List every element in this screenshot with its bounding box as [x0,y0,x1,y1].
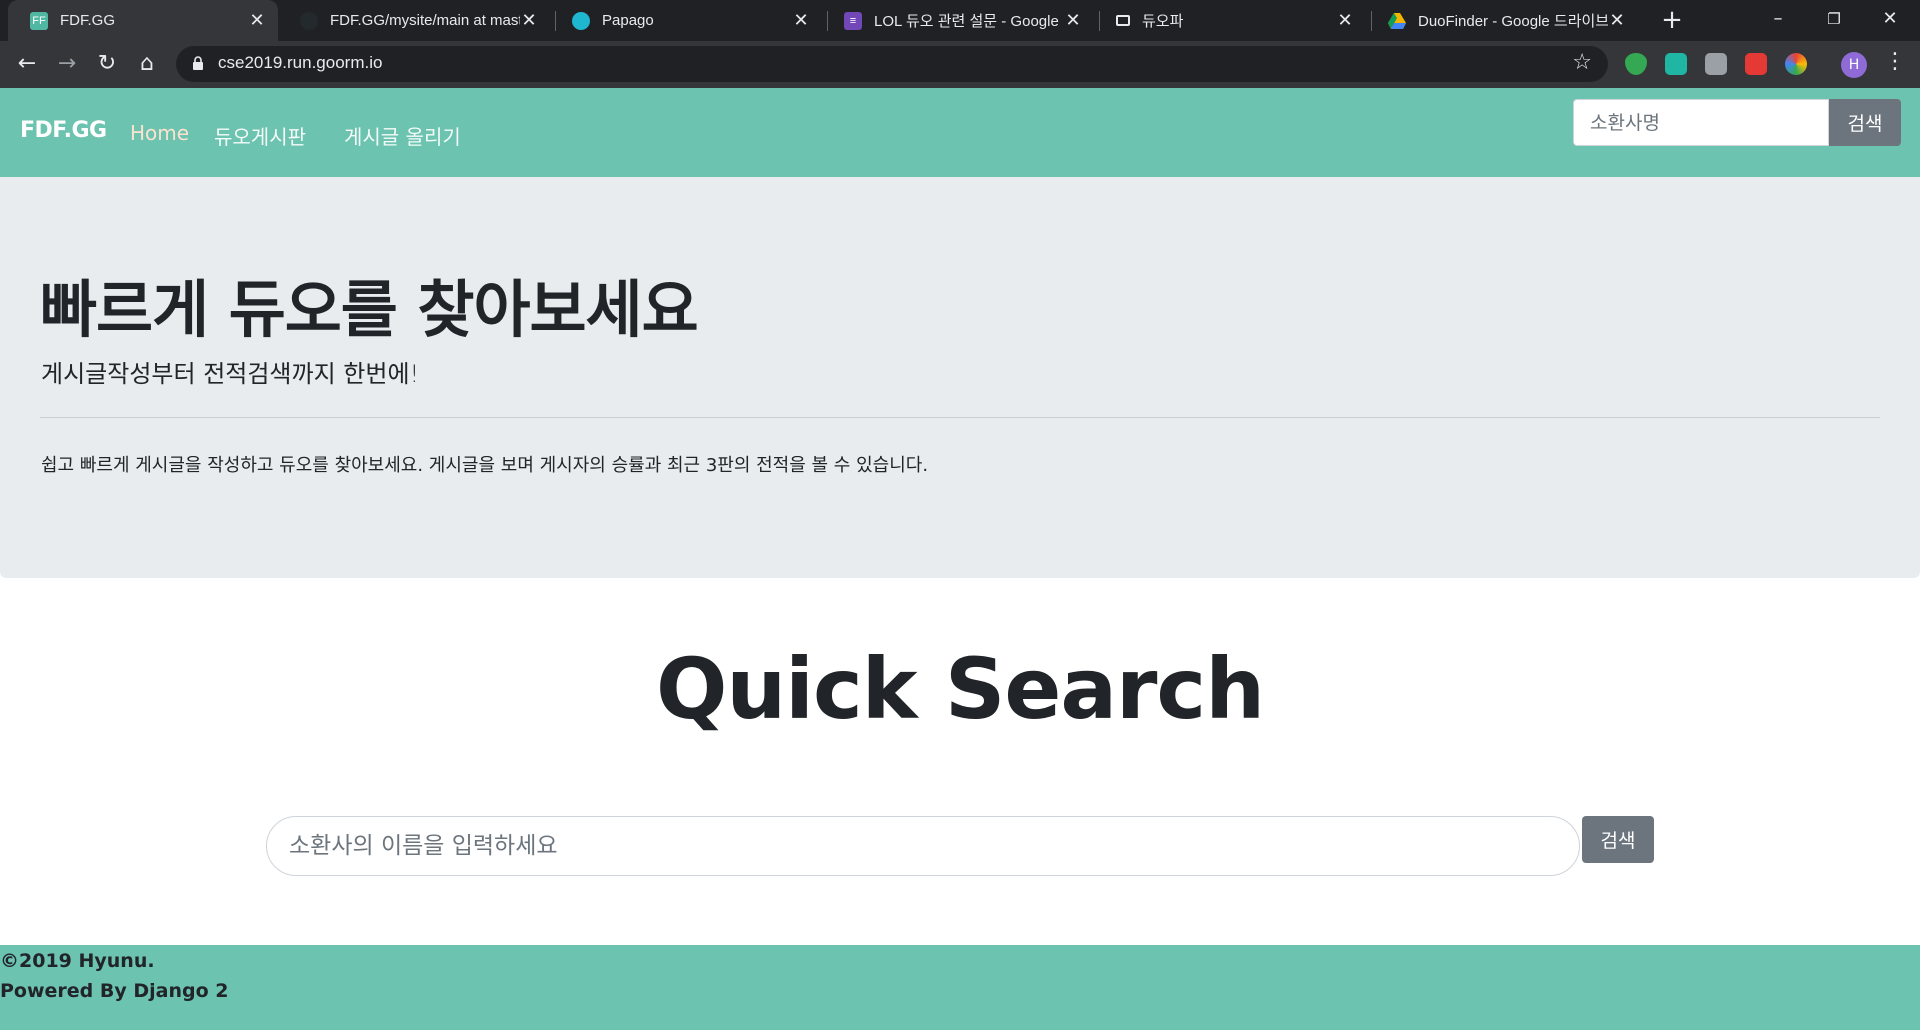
google-drive-icon [1388,12,1406,30]
browser-tab-google-drive[interactable]: DuoFinder - Google 드라이브 ✕ [1366,0,1638,41]
close-tab-icon[interactable]: ✕ [1064,10,1082,31]
url-text: cse2019.run.goorm.io [218,53,383,72]
forward-arrow-icon[interactable]: → [53,51,81,79]
browser-tab-github[interactable]: FDF.GG/mysite/main at maste ✕ [278,0,550,41]
quick-search-input[interactable] [266,816,1580,876]
hero-lead: 게시글작성부터 전적검색까지 한번에! [41,360,420,388]
window-close-icon[interactable]: ✕ [1862,0,1918,41]
browser-menu-icon[interactable]: ⋮ [1884,49,1906,74]
pin-extension-icon[interactable] [1745,53,1767,75]
site-navbar: FDF.GG Home 듀오게시판 게시글 올리기 검색 [0,88,1920,177]
close-tab-icon[interactable]: ✕ [520,10,538,31]
hero-jumbotron: 빠르게 듀오를 찾아보세요 게시글작성부터 전적검색까지 한번에! 쉽고 빠르게… [0,177,1920,578]
hero-divider [40,417,1880,418]
site-footer: ©2019 Hyunu. Powered By Django 2 [0,945,1920,1030]
lightbulb-extension-icon[interactable] [1705,53,1727,75]
checkmark-extension-icon[interactable] [1665,53,1687,75]
quick-search-title: Quick Search [655,640,1265,738]
navbar-search-button[interactable]: 검색 [1829,99,1901,146]
restore-icon[interactable]: ❐ [1806,0,1862,41]
close-tab-icon[interactable]: ✕ [792,10,810,31]
quick-search-button[interactable]: 검색 [1582,816,1654,863]
back-arrow-icon[interactable]: ← [13,51,41,79]
browser-tab-papago[interactable]: Papago ✕ [550,0,822,41]
nav-link-write-post[interactable]: 게시글 올리기 [344,121,461,150]
hero-title: 빠르게 듀오를 찾아보세요 [40,273,699,346]
browser-tab-google-forms[interactable]: ≡ LOL 듀오 관련 설문 - Google ✕ [822,0,1094,41]
fdfgg-favicon-icon: FF [30,11,48,30]
close-tab-icon[interactable]: ✕ [248,10,266,31]
google-forms-icon: ≡ [844,11,862,30]
browser-tab-fdfgg[interactable]: FF FDF.GG ✕ [8,0,278,41]
minimize-icon[interactable]: – [1750,0,1806,41]
lock-icon [193,56,203,70]
new-tab-plus-icon[interactable]: + [1658,6,1686,34]
nav-link-duo-board[interactable]: 듀오게시판 [214,121,306,150]
hero-description: 쉽고 빠르게 게시글을 작성하고 듀오를 찾아보세요. 게시글을 보며 게시자의… [41,455,929,476]
footer-copyright: ©2019 Hyunu. [0,950,155,972]
address-bar[interactable]: cse2019.run.goorm.io ☆ [176,46,1608,82]
navbar-search-input[interactable] [1573,99,1829,146]
browser-toolbar: ← → ↻ ⌂ cse2019.run.goorm.io ☆ H ⋮ [0,41,1920,88]
browser-tab-strip: FF FDF.GG ✕ FDF.GG/mysite/main at maste … [0,0,1920,41]
color-picker-extension-icon[interactable] [1785,53,1807,75]
bookmark-star-icon[interactable]: ☆ [1572,50,1592,75]
nav-link-home[interactable]: Home [130,121,189,145]
reload-icon[interactable]: ↻ [93,51,121,79]
home-icon[interactable]: ⌂ [133,51,161,79]
close-tab-icon[interactable]: ✕ [1336,10,1354,31]
close-tab-icon[interactable]: ✕ [1608,10,1626,31]
github-icon [300,11,318,30]
profile-avatar[interactable]: H [1841,52,1867,78]
footer-powered-by: Powered By Django 2 [0,980,229,1002]
browser-tab-duopa[interactable]: 듀오파 ✕ [1094,0,1366,41]
shield-extension-icon[interactable] [1625,53,1647,75]
papago-icon [572,11,590,30]
brand-logo[interactable]: FDF.GG [20,118,107,143]
window-icon [1116,15,1130,26]
